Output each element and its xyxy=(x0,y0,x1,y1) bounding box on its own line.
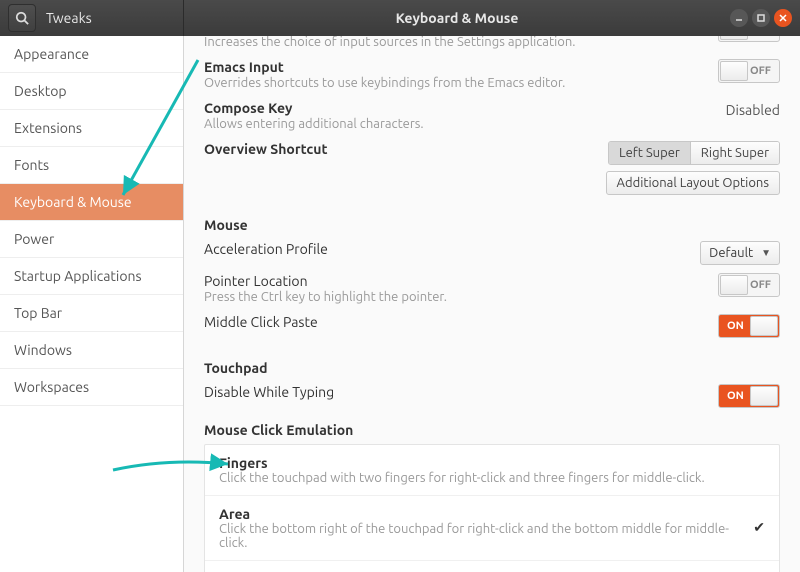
compose-key-title: Compose Key xyxy=(204,100,710,116)
sidebar-item-fonts[interactable]: Fonts xyxy=(0,147,183,184)
sidebar-item-windows[interactable]: Windows xyxy=(0,332,183,369)
search-icon xyxy=(15,11,29,25)
close-button[interactable] xyxy=(774,9,792,27)
emulation-option-disabled[interactable]: Disabled Don't use mouse click emulation… xyxy=(205,561,779,572)
chevron-down-icon: ▼ xyxy=(761,247,771,259)
sidebar-item-appearance[interactable]: Appearance xyxy=(0,36,183,73)
emulation-option-fingers[interactable]: Fingers Click the touchpad with two fing… xyxy=(205,445,779,496)
maximize-icon xyxy=(756,13,766,23)
close-icon xyxy=(778,13,788,23)
emulation-area-title: Area xyxy=(219,506,743,522)
sidebar-item-startup-applications[interactable]: Startup Applications xyxy=(0,258,183,295)
sidebar-item-workspaces[interactable]: Workspaces xyxy=(0,369,183,406)
row-disable-while-typing: Disable While Typing ON xyxy=(204,380,780,412)
emulation-area-desc: Click the bottom right of the touchpad f… xyxy=(219,522,743,550)
overview-left-super-button[interactable]: Left Super xyxy=(609,142,690,164)
row-compose-key: Compose Key Allows entering additional c… xyxy=(204,96,780,137)
headerbar-left: Tweaks xyxy=(0,0,184,36)
pointer-location-desc: Press the Ctrl key to highlight the poin… xyxy=(204,289,702,306)
app-title: Tweaks xyxy=(46,10,92,26)
pointer-location-toggle[interactable]: OFF xyxy=(718,273,780,297)
emacs-input-desc: Overrides shortcuts to use keybindings f… xyxy=(204,75,702,92)
pointer-location-title: Pointer Location xyxy=(204,273,702,289)
row-overview-shortcut: Overview Shortcut Left Super Right Super… xyxy=(204,137,780,199)
overview-shortcut-segmented: Left Super Right Super xyxy=(608,141,780,165)
maximize-button[interactable] xyxy=(752,9,770,27)
emulation-fingers-title: Fingers xyxy=(219,455,765,471)
middle-click-paste-toggle[interactable]: ON xyxy=(718,314,780,338)
headerbar: Tweaks Keyboard & Mouse xyxy=(0,0,800,36)
row-pointer-location: Pointer Location Press the Ctrl key to h… xyxy=(204,269,780,310)
extended-input-sources-toggle[interactable]: OFF xyxy=(718,36,780,42)
row-extended-input-sources: Show Extended Input Sources Increases th… xyxy=(204,36,780,55)
row-emacs-input: Emacs Input Overrides shortcuts to use k… xyxy=(204,55,780,96)
acceleration-profile-combo[interactable]: Default ▼ xyxy=(700,241,780,265)
check-icon: ✔ xyxy=(753,519,765,536)
minimize-icon xyxy=(734,13,744,23)
section-mouse-click-emulation: Mouse Click Emulation xyxy=(204,422,780,438)
sidebar-item-extensions[interactable]: Extensions xyxy=(0,110,183,147)
additional-layout-options-button[interactable]: Additional Layout Options xyxy=(606,171,780,195)
row-acceleration-profile: Acceleration Profile Default ▼ xyxy=(204,237,780,269)
sidebar-item-desktop[interactable]: Desktop xyxy=(0,73,183,110)
section-touchpad: Touchpad xyxy=(204,360,780,376)
mouse-click-emulation-list: Fingers Click the touchpad with two fing… xyxy=(204,444,780,572)
window-controls xyxy=(730,0,800,36)
emulation-fingers-desc: Click the touchpad with two fingers for … xyxy=(219,471,765,485)
disable-while-typing-title: Disable While Typing xyxy=(204,384,702,400)
minimize-button[interactable] xyxy=(730,9,748,27)
overview-shortcut-title: Overview Shortcut xyxy=(204,141,590,157)
content-pane: Show Extended Input Sources Increases th… xyxy=(184,36,800,572)
extended-input-sources-desc: Increases the choice of input sources in… xyxy=(204,36,702,51)
row-middle-click-paste: Middle Click Paste ON xyxy=(204,310,780,342)
compose-key-desc: Allows entering additional characters. xyxy=(204,116,710,133)
emacs-input-toggle[interactable]: OFF xyxy=(718,59,780,83)
section-mouse: Mouse xyxy=(204,217,780,233)
acceleration-profile-title: Acceleration Profile xyxy=(204,241,684,257)
emacs-input-title: Emacs Input xyxy=(204,59,702,75)
acceleration-profile-value: Default xyxy=(709,246,753,260)
emulation-option-area[interactable]: Area Click the bottom right of the touch… xyxy=(205,496,779,561)
sidebar-item-top-bar[interactable]: Top Bar xyxy=(0,295,183,332)
middle-click-paste-title: Middle Click Paste xyxy=(204,314,702,330)
sidebar: Appearance Desktop Extensions Fonts Keyb… xyxy=(0,36,184,572)
disable-while-typing-toggle[interactable]: ON xyxy=(718,384,780,408)
sidebar-item-keyboard-mouse[interactable]: Keyboard & Mouse xyxy=(0,184,183,221)
search-button[interactable] xyxy=(8,4,36,32)
overview-right-super-button[interactable]: Right Super xyxy=(690,142,779,164)
compose-key-value[interactable]: Disabled xyxy=(726,100,780,118)
sidebar-item-power[interactable]: Power xyxy=(0,221,183,258)
page-title: Keyboard & Mouse xyxy=(184,0,730,36)
